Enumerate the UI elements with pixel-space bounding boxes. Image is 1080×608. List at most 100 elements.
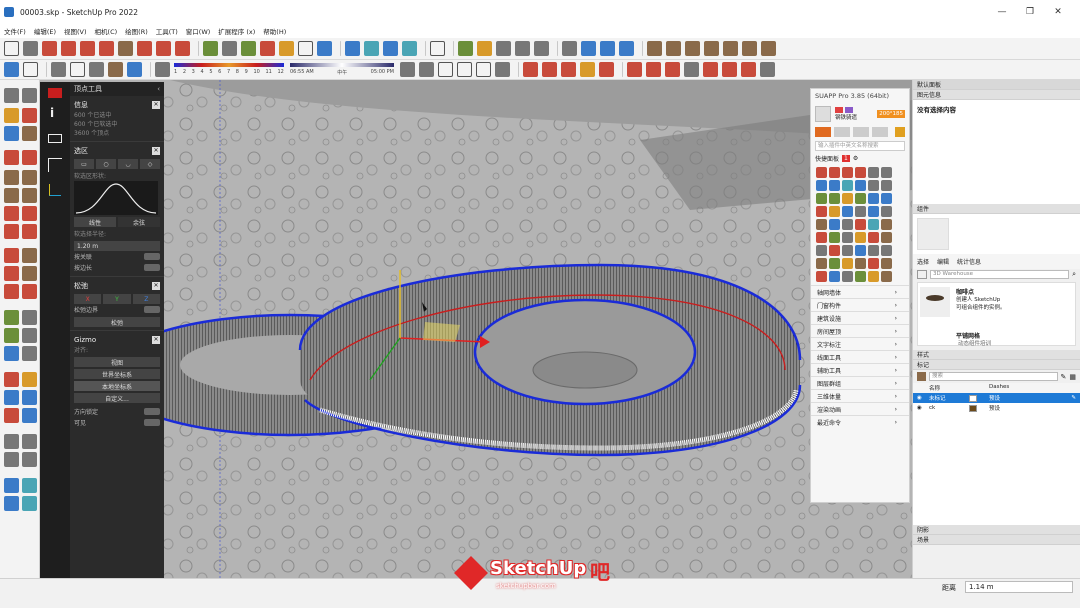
protractor-icon[interactable] [4,328,19,343]
look-around-icon[interactable] [496,41,511,56]
plugin-tool-icon[interactable] [855,180,866,191]
joint-push-pull-icon[interactable] [599,62,614,77]
rectangle-select-icon[interactable] [48,134,62,143]
plugin-tool-icon[interactable] [881,258,892,269]
arc-tool-icon[interactable] [80,41,95,56]
cosine-falloff-button[interactable]: 余弦 [118,217,160,227]
menu-camera[interactable]: 相机(C) [95,26,118,36]
measurements-input[interactable]: 1.14 m [965,581,1073,593]
plugin-tool-icon[interactable] [816,271,827,282]
align-view-button[interactable]: 视图 [74,357,160,367]
plugin-tool-icon[interactable] [816,219,827,230]
category-recent-commands[interactable]: 最近命令 › [811,415,909,428]
stamp-icon[interactable] [704,41,719,56]
3d-text-icon[interactable] [22,346,37,361]
relax-boundary-toggle[interactable] [144,306,160,313]
drape-icon[interactable] [723,41,738,56]
view-front-icon[interactable] [600,41,615,56]
tag-dash[interactable]: 预设 [989,404,1000,412]
outliner-icon[interactable] [400,62,415,77]
position-camera-icon[interactable] [458,41,473,56]
category-line-face-tools[interactable]: 线面工具 › [811,350,909,363]
time-slider[interactable] [290,62,394,67]
warehouse-icon[interactable] [345,41,360,56]
menu-help[interactable]: 帮助(H) [263,26,286,36]
by-connection-toggle[interactable] [144,253,160,260]
suapp-points-badge[interactable]: 200°185 [877,110,905,118]
select-icon[interactable] [4,88,19,103]
walk-icon[interactable] [477,41,492,56]
tag-dashes-column[interactable]: Dashes [989,384,1009,392]
tag-name[interactable]: ck [929,405,969,411]
plugin-tool-icon[interactable] [816,167,827,178]
plugin-tool-icon[interactable] [855,167,866,178]
polygon-icon[interactable] [22,188,37,203]
month-slider[interactable] [174,62,284,67]
tags-search-input[interactable]: 搜索 [929,372,1058,381]
paint-bucket-icon[interactable] [4,108,19,123]
plugin-tool-icon[interactable] [842,271,853,282]
category-facilities[interactable]: 建筑设施 › [811,311,909,324]
zoom-icon[interactable] [4,390,19,405]
plugin-tool-icon[interactable] [829,206,840,217]
tag-name[interactable]: 未标记 [929,394,969,402]
relax-y-button[interactable]: Y [103,294,131,304]
search-icon[interactable]: ⌕ [1072,270,1076,279]
zoom-window-icon[interactable] [22,390,37,405]
category-layers-groups[interactable]: 图层群组 › [811,376,909,389]
plugin-tool-icon[interactable] [868,245,879,256]
minimize-button[interactable]: — [988,7,1016,17]
plugin-tool-icon[interactable] [816,180,827,191]
sandbox-from-contours-icon[interactable] [647,41,662,56]
freehand-icon[interactable] [22,150,37,165]
maximize-button[interactable]: ❐ [1016,7,1044,17]
entity-info-header[interactable]: 图元信息 [913,90,1080,100]
shadows-header[interactable]: 阴影 [913,525,1080,535]
tags-header[interactable]: 标记 [913,360,1080,370]
three-point-arc-icon[interactable] [4,224,19,239]
pie-icon[interactable] [22,224,37,239]
subd-icon[interactable] [760,62,775,77]
tag-name-column[interactable]: 名称 [929,384,989,392]
zoom-window-icon[interactable] [298,41,313,56]
plugin-tool-icon[interactable] [829,232,840,243]
magnet-icon[interactable] [542,62,557,77]
line-icon[interactable] [4,150,19,165]
search-icon[interactable] [872,127,888,137]
soap-skin-icon[interactable] [665,62,680,77]
extension-manager-icon[interactable] [402,41,417,56]
bezier-icon[interactable] [684,62,699,77]
component-tool-icon[interactable] [4,126,19,141]
layout-icon[interactable] [383,41,398,56]
account-icon[interactable] [430,41,445,56]
arc-icon[interactable] [4,206,19,221]
close-icon[interactable]: ✕ [152,282,160,290]
line-tool-icon[interactable] [61,41,76,56]
category-text-annotation[interactable]: 文字标注 › [811,337,909,350]
close-icon[interactable]: ✕ [152,101,160,109]
section-plane-icon[interactable] [515,41,530,56]
zoom-extents-icon[interactable] [317,41,332,56]
close-button[interactable]: ✕ [1044,7,1072,17]
viewport-canvas[interactable] [40,80,912,578]
xray-icon[interactable] [4,62,19,77]
look-around-icon[interactable] [22,434,37,449]
view-right-icon[interactable] [619,41,634,56]
push-pull-icon[interactable] [22,248,37,263]
category-helper-tools[interactable]: 辅助工具 › [811,363,909,376]
menu-extensions[interactable]: 扩展程序 (x) [218,26,255,36]
home-icon[interactable] [815,127,831,137]
plugin-tool-icon[interactable] [842,180,853,191]
table-row[interactable]: ◉ ck 预设 [913,403,1080,413]
gear-icon[interactable]: ⚙ [853,155,858,162]
plugin-tool-icon[interactable] [855,258,866,269]
house-icon[interactable] [438,62,453,77]
grid-menu-icon[interactable] [895,127,905,137]
suapp-icon[interactable] [523,62,538,77]
flip-edge-icon[interactable] [761,41,776,56]
orbit-icon[interactable] [260,41,275,56]
entity-info-icon[interactable] [419,62,434,77]
dimension-icon[interactable] [22,310,37,325]
scale-icon[interactable] [4,284,19,299]
wireframe-icon[interactable] [51,62,66,77]
